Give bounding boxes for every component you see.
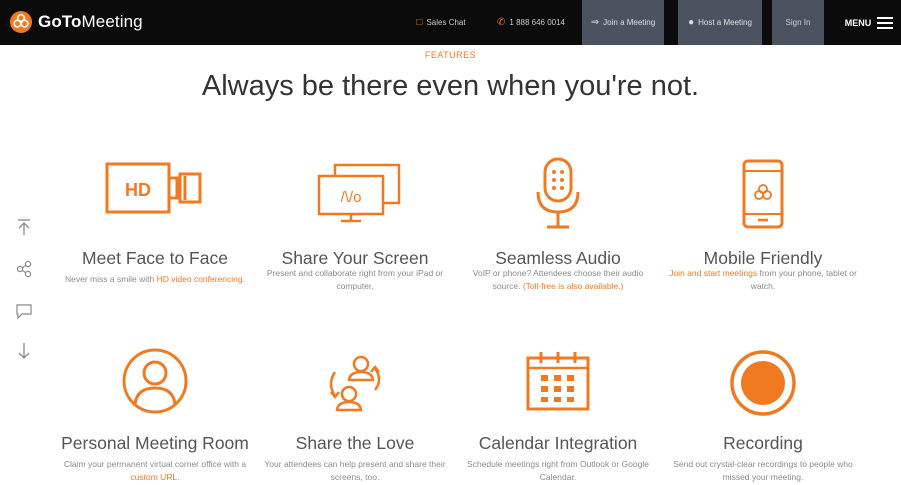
brand-name: GoToMeeting [38, 12, 143, 31]
hd-video-conferencing-link[interactable]: HD video conferencing [157, 274, 243, 284]
sign-in-button[interactable]: Sign In [772, 0, 824, 45]
feature-description: Schedule meetings right from Outlook or … [467, 459, 649, 482]
calendar-icon [463, 350, 653, 412]
sign-in-label: Sign In [785, 18, 811, 27]
host-meeting-button[interactable]: ● Host a Meeting [678, 0, 762, 45]
phone-icon: ✆ [497, 17, 506, 28]
top-navigation-bar: GoToMeeting □ Sales Chat ✆ 1 888 646 001… [0, 0, 901, 45]
svg-text:/\/o: /\/o [341, 189, 362, 206]
gotomeeting-logo[interactable]: GoToMeeting [10, 10, 143, 34]
chat-icon[interactable] [13, 300, 35, 322]
feature-description: VoIP or phone? Attendees choose their au… [472, 268, 644, 291]
feature-description: Never miss a smile with HD video confere… [64, 274, 245, 284]
mobile-phone-icon [668, 158, 858, 230]
feature-title: Share the Love [295, 433, 415, 453]
join-meeting-label: Join a Meeting [603, 18, 656, 27]
feature-description: Claim your permanent virtual corner offi… [63, 459, 247, 482]
toll-free-link[interactable]: (Toll-free is also available.) [523, 281, 624, 291]
join-icon: ⇒ [590, 17, 600, 28]
microphone-icon [463, 156, 653, 232]
feature-description: Your attendees can help present and shar… [264, 459, 446, 482]
person-circle-icon [60, 346, 250, 416]
arrow-up-to-top-icon[interactable] [13, 216, 35, 238]
sales-chat-link[interactable]: □ Sales Chat [398, 0, 484, 45]
people-exchange-icon [260, 350, 450, 416]
page-headline: Always be there even when you're not. [201, 70, 700, 102]
flower-logo-icon [10, 11, 32, 33]
join-meeting-button[interactable]: ⇒ Join a Meeting [582, 0, 664, 45]
phone-number: 1 888 646 0014 [509, 18, 565, 27]
custom-url-link[interactable]: custom URL [130, 472, 177, 482]
record-button-icon [668, 348, 858, 418]
feature-title: Mobile Friendly [703, 248, 823, 268]
feature-title: Personal Meeting Room [61, 433, 249, 453]
hd-video-camera-icon: HD [60, 160, 250, 216]
feature-title: Seamless Audio [495, 248, 621, 268]
feature-title: Recording [723, 433, 803, 453]
svg-text:HD: HD [125, 180, 151, 200]
menu-label: MENU [844, 17, 872, 28]
host-icon: ● [688, 17, 695, 28]
hamburger-icon [877, 14, 894, 32]
sales-chat-label: Sales Chat [426, 18, 466, 27]
phone-link[interactable]: ✆ 1 888 646 0014 [486, 0, 576, 45]
feature-title: Calendar Integration [478, 433, 638, 453]
arrow-down-icon[interactable] [13, 340, 35, 362]
feature-title: Meet Face to Face [82, 248, 228, 268]
join-and-start-meetings-link[interactable]: Join and start meetings [669, 268, 757, 278]
feature-title: Share Your Screen [281, 248, 429, 268]
section-eyebrow: FEATURES [424, 50, 477, 60]
feature-description: Send out crystal-clear recordings to peo… [673, 459, 853, 482]
share-icon[interactable] [13, 258, 35, 280]
feature-description: Present and collaborate right from your … [266, 268, 444, 291]
chat-bubble-icon: □ [416, 17, 423, 28]
feature-description: Join and start meetings from your phone,… [669, 268, 857, 291]
screen-share-icon: /\/o [260, 162, 450, 224]
menu-button[interactable]: MENU [840, 0, 898, 45]
host-meeting-label: Host a Meeting [698, 18, 752, 27]
